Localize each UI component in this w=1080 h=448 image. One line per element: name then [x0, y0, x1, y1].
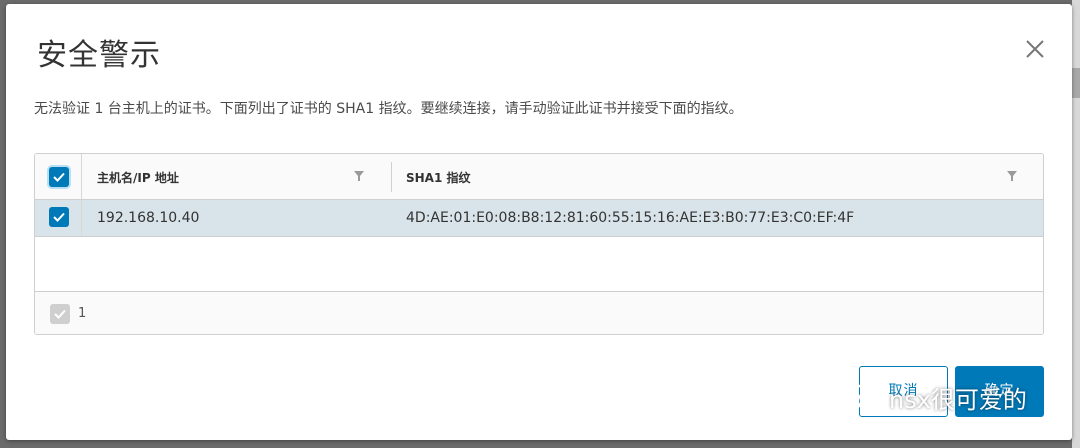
check-icon [53, 172, 65, 182]
dialog-message: 无法验证 1 台主机上的证书。下面列出了证书的 SHA1 指纹。要继续连接，请手… [34, 101, 743, 117]
watermark-text: nsx很可爱的 [889, 386, 1027, 414]
selected-count: 1 [78, 306, 87, 321]
close-icon[interactable] [1024, 38, 1046, 60]
selection-count-icon [50, 304, 70, 324]
wechat-logo-icon [843, 384, 882, 411]
row-check-cell [35, 200, 82, 236]
check-icon [53, 212, 65, 222]
select-all-checkbox[interactable] [49, 167, 69, 187]
column-separator[interactable] [391, 162, 392, 192]
row-checkbox[interactable] [49, 207, 69, 227]
grid-empty-area [35, 237, 1043, 292]
select-all-cell [35, 154, 82, 199]
grid-footer: 1 [35, 292, 1043, 334]
background-window [1072, 0, 1080, 448]
column-header-host[interactable]: 主机名/IP 地址 [97, 169, 179, 186]
column-header-sha1[interactable]: SHA1 指纹 [406, 169, 471, 186]
cell-sha1: 4D:AE:01:E0:08:B8:12:81:60:55:15:16:AE:E… [406, 210, 855, 226]
security-alert-dialog: 安全警示 无法验证 1 台主机上的证书。下面列出了证书的 SHA1 指纹。要继续… [6, 4, 1072, 440]
watermark: nsx很可爱的 [843, 378, 1058, 418]
check-icon [54, 309, 66, 319]
cell-host: 192.168.10.40 [97, 210, 200, 226]
background-strip [1072, 68, 1080, 98]
dialog-title: 安全警示 [37, 38, 161, 73]
filter-icon[interactable] [1007, 171, 1017, 181]
grid-header: 主机名/IP 地址 SHA1 指纹 [35, 154, 1043, 200]
table-row[interactable]: 192.168.10.40 4D:AE:01:E0:08:B8:12:81:60… [35, 200, 1043, 237]
filter-icon[interactable] [354, 171, 364, 181]
certificate-grid: 主机名/IP 地址 SHA1 指纹 192.168.10.40 4D:AE:01… [34, 153, 1044, 335]
